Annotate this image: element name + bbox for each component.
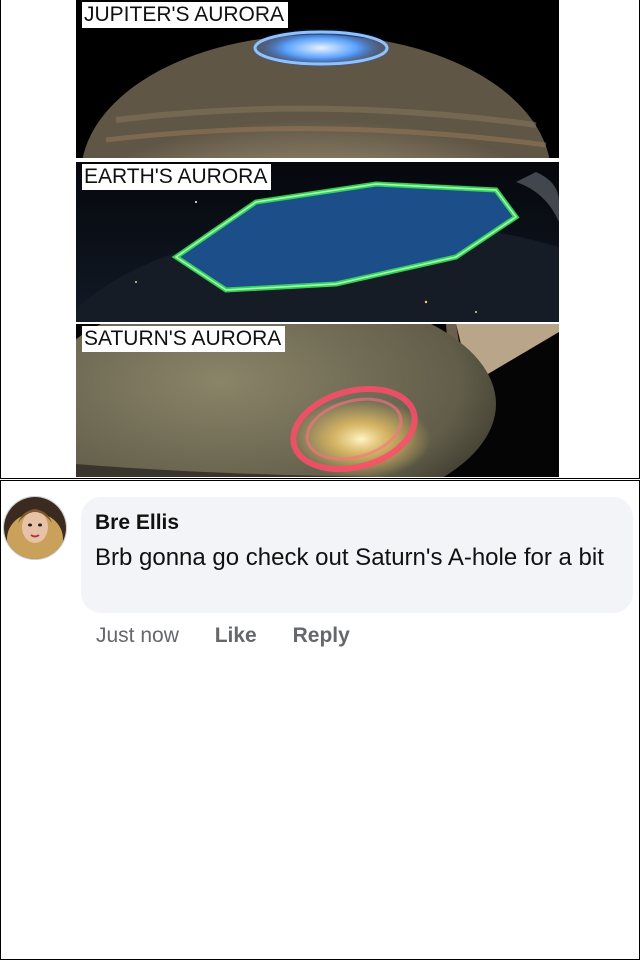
comment-author[interactable]: Bre Ellis xyxy=(95,511,179,535)
comment-timestamp: Just now xyxy=(96,624,179,647)
saturn-aurora-label: SATURN'S AURORA xyxy=(82,326,286,352)
saturn-aurora-panel: SATURN'S AURORA xyxy=(76,324,559,477)
like-button[interactable]: Like xyxy=(215,624,257,648)
avatar[interactable] xyxy=(3,496,67,560)
comment-bubble: Bre Ellis Brb gonna go check out Saturn'… xyxy=(81,497,633,613)
comment-text: Brb gonna go check out Saturn's A-hole f… xyxy=(95,544,604,571)
avatar-image xyxy=(4,497,66,559)
jupiter-aurora-label: JUPITER'S AURORA xyxy=(82,2,289,28)
comment-actions: Just now Like Reply xyxy=(96,624,380,648)
jupiter-aurora-panel: JUPITER'S AURORA xyxy=(76,0,559,158)
comment: Bre Ellis Brb gonna go check out Saturn'… xyxy=(1,481,639,959)
reply-button[interactable]: Reply xyxy=(293,624,350,648)
earth-aurora-panel: EARTH'S AURORA xyxy=(76,162,559,322)
comment-section: Bre Ellis Brb gonna go check out Saturn'… xyxy=(0,480,640,960)
meme-image: JUPITER'S AURORA EARTH'S AURORA SATURN'S… xyxy=(0,0,640,479)
earth-aurora-label: EARTH'S AURORA xyxy=(82,164,272,190)
